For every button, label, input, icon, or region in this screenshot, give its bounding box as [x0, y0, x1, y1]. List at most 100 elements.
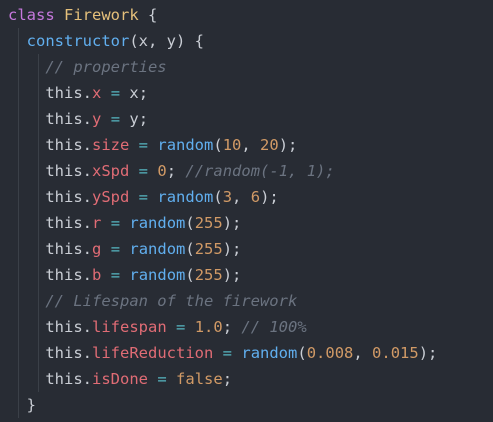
code-token-this: this — [45, 214, 83, 232]
code-token-op: = — [110, 110, 121, 128]
code-token-op: = — [138, 136, 149, 154]
code-token-pl: { — [138, 6, 158, 24]
code-token-pl: , — [353, 344, 373, 362]
code-token-op: = — [157, 370, 167, 388]
code-token-pl: . — [82, 214, 92, 232]
code-token-pl: y; — [120, 110, 149, 128]
code-token-num: 20 — [260, 136, 279, 154]
code-token-op: = — [138, 188, 149, 206]
code-line[interactable]: this.b = random(255); — [0, 262, 493, 288]
code-token-num: 10 — [222, 136, 242, 154]
code-token-num: 255 — [194, 214, 223, 232]
indent-guide — [18, 340, 19, 366]
code-line[interactable]: this.lifespan = 1.0; // 100% — [0, 314, 493, 340]
indent-guide — [18, 184, 19, 210]
code-token-pl: ( — [297, 344, 307, 362]
code-line[interactable]: this.isDone = false; — [0, 366, 493, 392]
code-token-op: = — [110, 214, 121, 232]
code-token-num: 255 — [194, 240, 223, 258]
code-token-pl: ( — [213, 136, 223, 154]
code-editor[interactable]: class Firework { constructor(x, y) { // … — [0, 0, 493, 422]
code-token-num: 1.0 — [194, 318, 223, 336]
indent-guide — [38, 340, 39, 366]
code-token-cm: // 100% — [241, 318, 307, 336]
code-line[interactable]: this.x = x; — [0, 80, 493, 106]
code-token-this: this — [45, 84, 83, 102]
code-token-pl: ; — [222, 318, 242, 336]
code-token-prop: r — [92, 214, 102, 232]
indent-guide — [38, 106, 39, 132]
code-token-this: this — [45, 370, 83, 388]
code-token-this: this — [45, 110, 83, 128]
indent-guide — [18, 262, 19, 288]
code-token-this: this — [45, 266, 83, 284]
code-token-pl: . — [82, 162, 92, 180]
code-token-prop: xSpd — [92, 162, 130, 180]
indent-guide — [38, 54, 39, 80]
code-token-pl: . — [82, 318, 92, 336]
code-token-this: this — [45, 240, 83, 258]
code-token-pl: ( — [213, 188, 223, 206]
code-token-prop: size — [92, 136, 130, 154]
code-token-num: 0 — [157, 162, 167, 180]
code-token-pl: . — [82, 370, 92, 388]
indent-guide — [38, 158, 39, 184]
code-token-this: this — [45, 318, 83, 336]
indent-guide — [38, 288, 39, 314]
code-line[interactable]: // Lifespan of the firework — [0, 288, 493, 314]
indent-guide — [18, 106, 19, 132]
indent-guide — [18, 80, 19, 106]
code-token-prop: lifespan — [92, 318, 167, 336]
code-token-fn: random — [129, 240, 186, 258]
code-token-op: = — [110, 266, 121, 284]
code-line[interactable]: // properties — [0, 54, 493, 80]
code-token-op: = — [110, 240, 121, 258]
indent-guide — [38, 184, 39, 210]
code-line[interactable]: this.size = random(10, 20); — [0, 132, 493, 158]
code-line[interactable]: this.xSpd = 0; //random(-1, 1); — [0, 158, 493, 184]
code-token-pl: (x, y) { — [129, 32, 204, 50]
code-line[interactable]: this.g = random(255); — [0, 236, 493, 262]
code-token-cm: //random(-1, 1); — [185, 162, 335, 180]
code-line[interactable]: this.y = y; — [0, 106, 493, 132]
code-token-this: this — [45, 344, 83, 362]
code-token-prop: y — [92, 110, 102, 128]
code-line[interactable]: } — [0, 392, 493, 418]
indent-guide — [38, 80, 39, 106]
code-token-num: 0.008 — [306, 344, 354, 362]
code-token-op: = — [176, 318, 186, 336]
code-line[interactable]: this.r = random(255); — [0, 210, 493, 236]
code-token-pl: ); — [260, 188, 279, 206]
code-token-pl: } — [26, 396, 37, 414]
code-line[interactable]: this.lifeReduction = random(0.008, 0.015… — [0, 340, 493, 366]
code-line[interactable]: class Firework { — [0, 2, 493, 28]
code-token-pl: ; — [222, 370, 233, 388]
indent-guide — [18, 314, 19, 340]
code-line[interactable]: constructor(x, y) { — [0, 28, 493, 54]
code-token-pl: ); — [418, 344, 438, 362]
code-token-cm: // Lifespan of the firework — [45, 292, 298, 310]
indent-guide — [38, 366, 39, 392]
code-line[interactable]: this.ySpd = random(3, 6); — [0, 184, 493, 210]
